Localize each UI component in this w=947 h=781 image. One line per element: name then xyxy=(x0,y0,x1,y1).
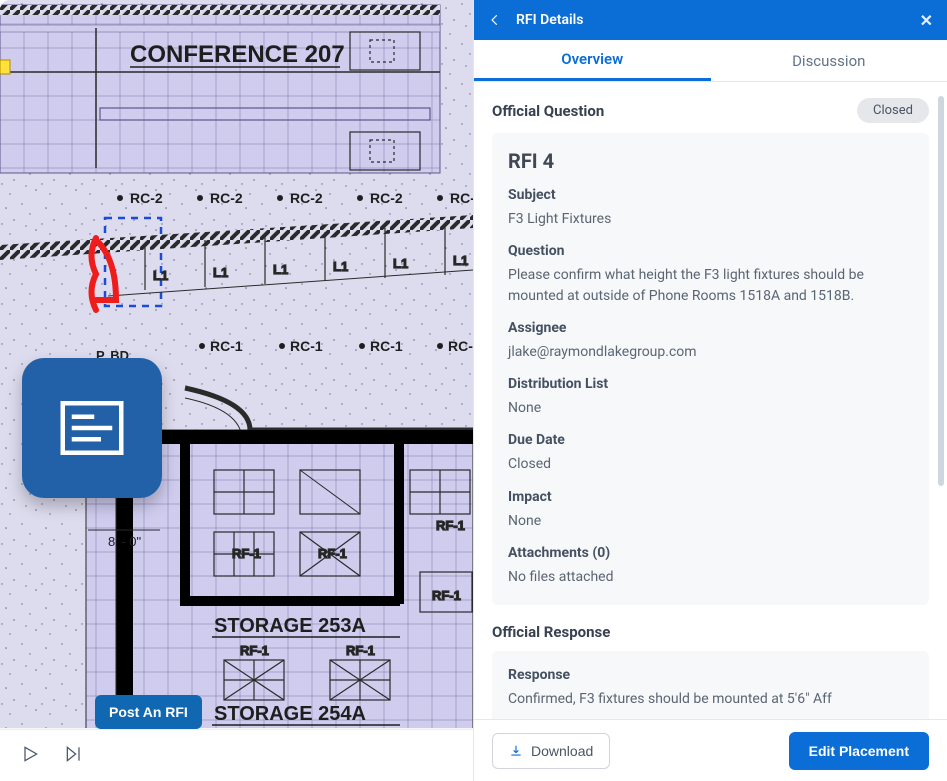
response-label: Response xyxy=(508,667,913,683)
svg-text:RC-1: RC-1 xyxy=(370,338,403,354)
details-footer: Download Edit Placement xyxy=(474,719,947,781)
due-label: Due Date xyxy=(508,432,913,448)
attachments-label: Attachments (0) xyxy=(508,545,913,561)
plan-controls-bar xyxy=(0,729,473,781)
svg-text:RC-2: RC-2 xyxy=(130,190,163,206)
response-card: Response Confirmed, F3 fixtures should b… xyxy=(492,651,929,719)
svg-text:RC-1: RC-1 xyxy=(290,338,323,354)
floorplan-viewport[interactable]: CONFERENCE 207 RC-2 RC-2 RC-2 RC-2 xyxy=(0,0,473,781)
question-label: Question xyxy=(508,243,913,259)
svg-text:L1: L1 xyxy=(153,268,168,283)
status-badge: Closed xyxy=(857,98,929,123)
svg-text:L1: L1 xyxy=(333,259,348,274)
svg-text:RC-2: RC-2 xyxy=(210,190,243,206)
svg-text:STORAGE 254A: STORAGE 254A xyxy=(214,703,366,725)
rfi-number: RFI 4 xyxy=(508,149,913,173)
room-label-conference: CONFERENCE 207 xyxy=(130,41,345,68)
svg-text:RC-1: RC-1 xyxy=(448,338,473,354)
svg-text:RC-2: RC-2 xyxy=(290,190,323,206)
official-question-label: Official Question xyxy=(492,102,604,120)
svg-text:STORAGE 253A: STORAGE 253A xyxy=(214,615,366,637)
subject-label: Subject xyxy=(508,187,913,203)
svg-text:8' - 0": 8' - 0" xyxy=(108,534,141,549)
svg-text:RC-2: RC-2 xyxy=(450,190,473,206)
play-icon[interactable] xyxy=(20,744,40,768)
tab-discussion[interactable]: Discussion xyxy=(711,40,947,81)
due-value: Closed xyxy=(508,454,913,474)
post-rfi-button[interactable]: Post An RFI xyxy=(95,695,202,729)
tabs: Overview Discussion xyxy=(474,40,947,82)
svg-text:RF-1: RF-1 xyxy=(436,518,465,533)
assignee-label: Assignee xyxy=(508,320,913,336)
impact-value: None xyxy=(508,511,913,531)
details-body[interactable]: Official Question Closed RFI 4 Subject F… xyxy=(474,82,947,719)
official-response-label: Official Response xyxy=(492,623,610,641)
close-icon[interactable]: ✕ xyxy=(920,11,933,30)
rfi-details-panel: RFI Details ✕ Overview Discussion Offici… xyxy=(473,0,947,781)
svg-text:RF-1: RF-1 xyxy=(346,643,375,658)
dist-value: None xyxy=(508,398,913,418)
skip-icon[interactable] xyxy=(64,744,84,768)
response-value: Confirmed, F3 fixtures should be mounted… xyxy=(508,689,913,709)
edit-placement-button[interactable]: Edit Placement xyxy=(789,732,929,770)
panel-header: RFI Details ✕ xyxy=(474,0,947,40)
svg-text:RF-1: RF-1 xyxy=(318,546,347,561)
assignee-value: jlake@raymondlakegroup.com xyxy=(508,342,913,362)
attachments-value: No files attached xyxy=(508,567,913,587)
svg-text:L1: L1 xyxy=(273,262,288,277)
question-value: Please confirm what height the F3 light … xyxy=(508,265,913,306)
rfi-marker-icon[interactable] xyxy=(22,358,162,498)
dist-label: Distribution List xyxy=(508,376,913,392)
subject-value: F3 Light Fixtures xyxy=(508,209,913,229)
tab-overview[interactable]: Overview xyxy=(474,40,711,81)
svg-text:L1: L1 xyxy=(393,256,408,271)
panel-title: RFI Details xyxy=(516,12,583,28)
svg-text:L1: L1 xyxy=(453,253,468,268)
svg-text:RC-2: RC-2 xyxy=(370,190,403,206)
svg-text:RF-1: RF-1 xyxy=(232,546,261,561)
svg-text:RF-1: RF-1 xyxy=(432,588,461,603)
download-button[interactable]: Download xyxy=(492,733,610,769)
scrollbar-thumb[interactable] xyxy=(938,96,944,486)
svg-text:L1: L1 xyxy=(213,265,228,280)
svg-text:RC-1: RC-1 xyxy=(210,338,243,354)
svg-text:RF-1: RF-1 xyxy=(240,643,269,658)
impact-label: Impact xyxy=(508,489,913,505)
question-card: RFI 4 Subject F3 Light Fixtures Question… xyxy=(492,133,929,605)
back-icon[interactable] xyxy=(488,13,502,27)
download-icon xyxy=(509,744,523,758)
